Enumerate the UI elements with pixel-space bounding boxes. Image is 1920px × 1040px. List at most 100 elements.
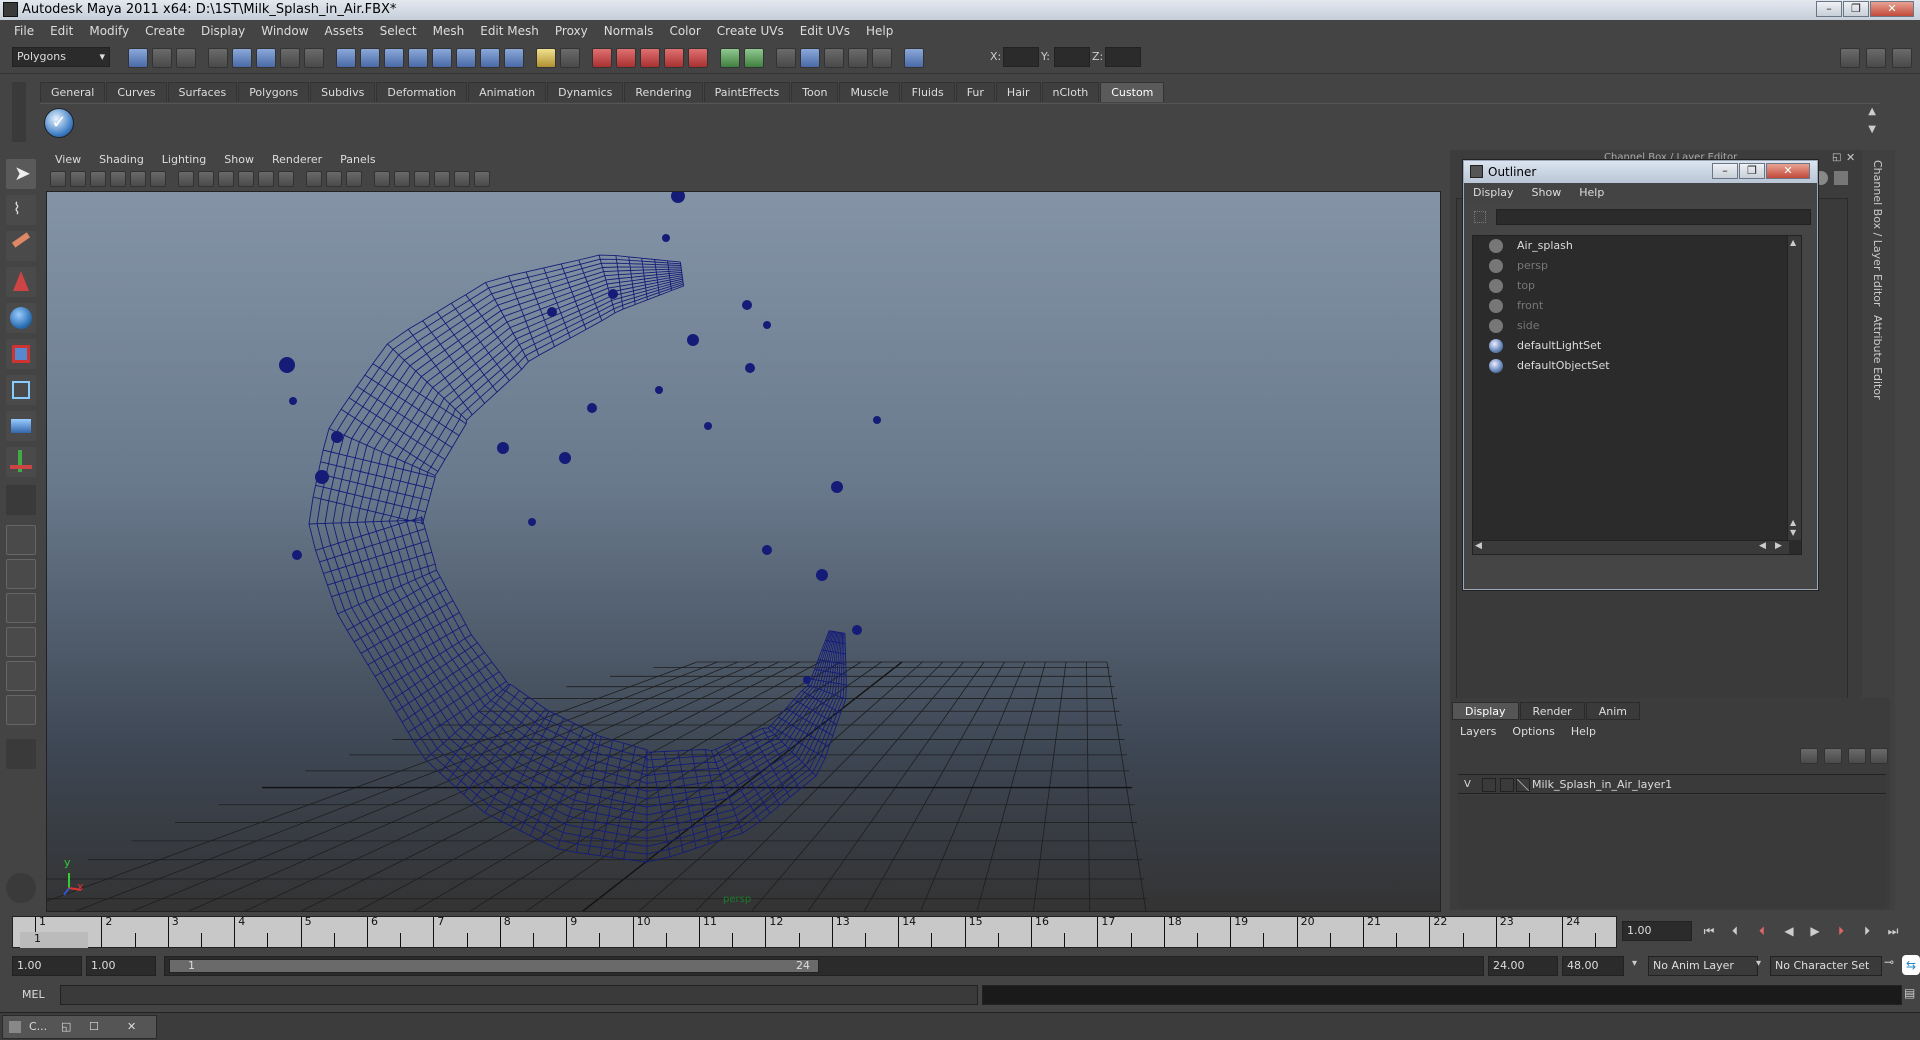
lock-selection-icon[interactable] <box>280 48 300 68</box>
snap-to-grid-icon[interactable] <box>336 48 356 68</box>
outliner-menu-help[interactable]: Help <box>1570 183 1613 203</box>
outliner-close-icon[interactable]: ✕ <box>1766 163 1810 179</box>
step-forward-key-icon[interactable]: ⏵ <box>1832 922 1850 940</box>
make-live-icon[interactable] <box>432 48 452 68</box>
x-input[interactable] <box>1003 47 1039 67</box>
minimized-maximize-icon[interactable]: ☐ <box>89 1016 99 1038</box>
shelf-tab-painteffects[interactable]: PaintEffects <box>703 82 791 102</box>
menu-modify[interactable]: Modify <box>81 24 137 38</box>
select-by-hierarchy-icon[interactable] <box>208 48 228 68</box>
menu-normals[interactable]: Normals <box>596 24 662 38</box>
layer-menu-options[interactable]: Options <box>1504 723 1562 741</box>
go-to-end-icon[interactable]: ⏭ <box>1884 922 1902 940</box>
shelf-tab-fur[interactable]: Fur <box>955 82 995 102</box>
xray-joints-icon[interactable] <box>346 171 362 187</box>
lock-icon[interactable] <box>560 48 580 68</box>
menu-edit-uvs[interactable]: Edit UVs <box>792 24 858 38</box>
perspective-viewport[interactable]: y x persp <box>46 191 1441 912</box>
shadows-icon[interactable] <box>306 171 322 187</box>
input-ops-icon[interactable] <box>504 48 524 68</box>
toggle-output-icon[interactable] <box>720 48 740 68</box>
outliner-persp-layout-icon[interactable] <box>6 593 36 623</box>
viewport-menu-lighting[interactable]: Lighting <box>153 151 215 169</box>
layer-color-swatch[interactable] <box>1516 778 1530 792</box>
milk-splash-wireframe-mesh[interactable] <box>279 192 881 863</box>
hypershade-persp-layout-icon[interactable] <box>6 661 36 691</box>
outliner-search-input[interactable] <box>1496 209 1811 225</box>
shelf-scroll-up-icon[interactable]: ▲ <box>1868 106 1876 117</box>
show-manipulator-icon[interactable] <box>6 447 36 477</box>
layer-editor-icon[interactable] <box>824 48 844 68</box>
lasso-tool-icon[interactable]: ⌇ <box>6 195 36 225</box>
menu-proxy[interactable]: Proxy <box>547 24 596 38</box>
attribute-icon[interactable] <box>1834 171 1848 185</box>
character-set-dropdown[interactable]: No Character Set <box>1770 956 1882 976</box>
shelf-tab-toon[interactable]: Toon <box>791 82 839 102</box>
current-frame-marker[interactable]: 1 <box>20 932 88 948</box>
layer-menu-layers[interactable]: Layers <box>1452 723 1504 741</box>
step-back-key-icon[interactable]: ⏴ <box>1753 922 1771 940</box>
layer-name[interactable]: Milk_Splash_in_Air_layer1 <box>1532 775 1672 795</box>
outliner-item-front[interactable]: front <box>1489 296 1543 316</box>
menu-mesh[interactable]: Mesh <box>425 24 473 38</box>
time-slider[interactable]: 1 2 3 4 5 6 7 8 9 10 11 12 13 14 15 16 17 18 19 20 21 22 23 24 <box>12 915 1617 948</box>
new-layer-selected-icon[interactable] <box>1870 748 1888 764</box>
menu-file[interactable]: File <box>6 24 42 38</box>
render-settings-icon[interactable] <box>640 48 660 68</box>
attribute-editor-side-tab[interactable]: Attribute Editor <box>1871 315 1884 400</box>
outliner-item-top[interactable]: top <box>1489 276 1535 296</box>
menu-select[interactable]: Select <box>372 24 425 38</box>
outliner-item-air-splash[interactable]: Air_splash <box>1489 236 1573 256</box>
ambient-occlusion-icon[interactable] <box>434 171 450 187</box>
layout-options-icon[interactable] <box>6 739 36 769</box>
menu-create-uvs[interactable]: Create UVs <box>709 24 792 38</box>
custom-shelf-check-icon[interactable]: ✓ <box>44 108 74 138</box>
isolate-select-icon[interactable] <box>394 171 410 187</box>
step-forward-frame-icon[interactable]: ⏵ <box>1858 922 1876 940</box>
shelf-tab-muscle[interactable]: Muscle <box>839 82 900 102</box>
layer-move-down-icon[interactable] <box>1824 748 1842 764</box>
soft-modification-icon[interactable] <box>6 411 36 441</box>
step-back-frame-icon[interactable]: ⏴ <box>1726 922 1744 940</box>
outliner-maximize-icon[interactable]: ❐ <box>1739 163 1765 179</box>
resolution-gate-icon[interactable] <box>150 171 166 187</box>
mel-command-input[interactable] <box>60 985 978 1005</box>
shelf-tab-dynamics[interactable]: Dynamics <box>547 82 624 102</box>
scale-tool-icon[interactable] <box>6 339 36 369</box>
menu-create[interactable]: Create <box>137 24 193 38</box>
smooth-shade-icon[interactable] <box>218 171 234 187</box>
layer-tab-anim[interactable]: Anim <box>1585 702 1640 720</box>
channel-box-side-tab[interactable]: Channel Box / Layer Editor <box>1871 160 1884 307</box>
tool-settings-icon[interactable] <box>848 48 868 68</box>
outliner-title-bar[interactable]: Outliner – ❐ ✕ <box>1464 161 1817 183</box>
layer-tab-render[interactable]: Render <box>1519 702 1585 720</box>
playback-start-input[interactable]: 1.00 <box>86 956 156 976</box>
universal-manipulator-icon[interactable] <box>6 375 36 405</box>
select-mode-icon[interactable] <box>776 48 796 68</box>
open-scene-icon[interactable] <box>152 48 172 68</box>
minimized-window-tab[interactable]: C... ◱ ☐ ✕ <box>2 1015 157 1039</box>
y-input[interactable] <box>1054 47 1090 67</box>
range-slider-handle[interactable]: 1 24 <box>169 959 819 973</box>
display-lights-icon[interactable] <box>454 171 470 187</box>
playback-end-input[interactable]: 24.00 <box>1488 956 1558 976</box>
show-hypershade-icon[interactable] <box>664 48 684 68</box>
range-slider-bar[interactable]: 1 24 <box>164 956 1484 976</box>
menu-help[interactable]: Help <box>858 24 901 38</box>
play-forwards-icon[interactable]: ▶ <box>1806 922 1824 940</box>
shelf-tab-hair[interactable]: Hair <box>995 82 1041 102</box>
history-icon[interactable] <box>456 48 476 68</box>
shelf-tab-polygons[interactable]: Polygons <box>238 82 310 102</box>
film-gate-icon[interactable] <box>130 171 146 187</box>
graph-persp-layout-icon[interactable] <box>6 627 36 657</box>
wire-on-shaded-icon[interactable] <box>374 171 390 187</box>
shelf-tab-rendering[interactable]: Rendering <box>624 82 703 102</box>
minimized-close-icon[interactable]: ✕ <box>127 1016 136 1038</box>
animation-preferences-icon[interactable]: ⇆ <box>1902 955 1920 975</box>
shelf-tab-fluids[interactable]: Fluids <box>900 82 955 102</box>
hand-tool-icon[interactable] <box>6 873 36 903</box>
anim-layer-dropdown[interactable]: No Anim Layer <box>1648 956 1758 976</box>
new-scene-icon[interactable] <box>128 48 148 68</box>
outliner-graph-layout-icon[interactable] <box>6 695 36 725</box>
snap-to-curve-icon[interactable] <box>360 48 380 68</box>
